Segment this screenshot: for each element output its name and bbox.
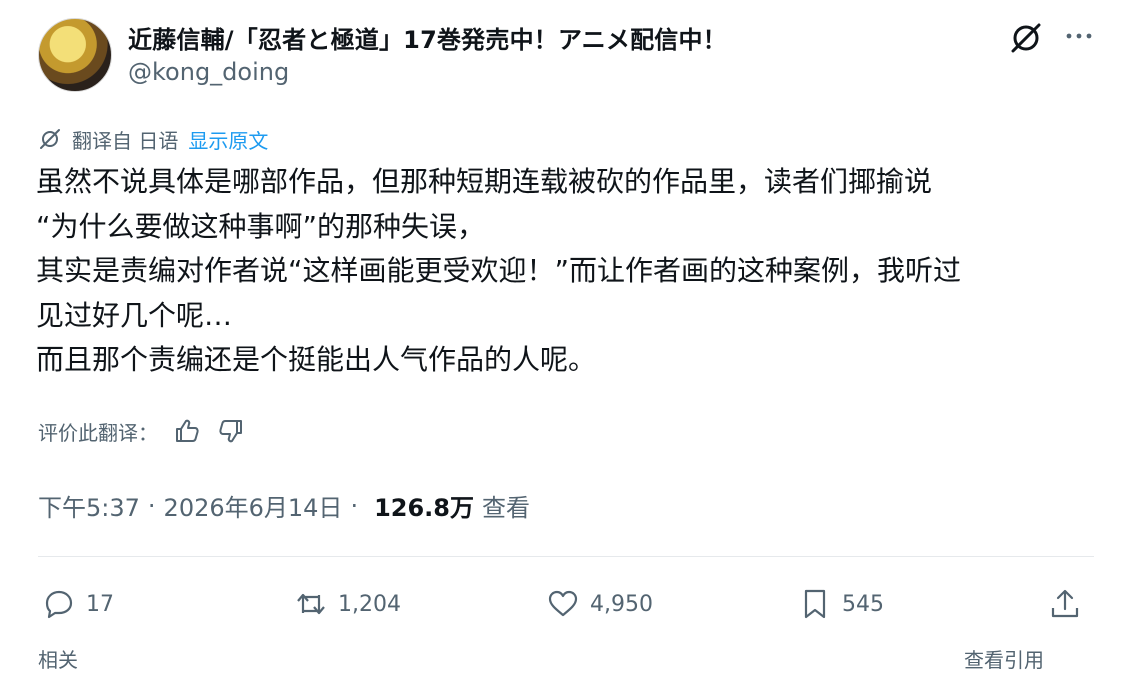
views-count: 126.8万 [374,494,474,522]
translation-bar: 翻译自 日语 显示原文 [38,124,268,154]
thumb-up-button[interactable] [172,416,202,446]
reply-icon [45,590,73,619]
repost-icon [297,593,325,615]
translated-from-label: 翻译自 日语 [72,128,179,153]
thumb-up-icon [176,419,199,442]
meta-separator: · [147,491,156,520]
post-text-line: 而且那个责编还是个挺能出人气作品的人呢。 [36,343,597,376]
post-text-line: 虽然不说具体是哪部作品，但那种短期连载被砍的作品里，读者们揶揄说 [36,165,933,198]
like-count: 4,950 [590,591,653,617]
post-text-line: 其实是责编对作者说“这样画能更受欢迎！”而让作者画的这种案例，我听过 [36,254,962,287]
more-options-button[interactable] [1058,16,1100,56]
rate-translation-label: 评价此翻译： [38,420,158,445]
reply-count: 17 [86,591,114,617]
repost-count: 1,204 [338,591,401,617]
views-label: 查看 [482,494,530,522]
view-quotes-cutoff[interactable]: 查看引用 [964,644,1044,673]
action-bar: 17 1,204 4,950 545 [38,580,1094,628]
grok-icon [1011,23,1041,53]
repost-button[interactable]: 1,204 [294,580,401,628]
post-time[interactable]: 下午5:37 [38,488,140,523]
post-date[interactable]: 2026年6月14日 [164,488,343,523]
share-icon [1051,589,1079,618]
heart-icon [548,590,578,617]
post-meta: 下午5:37 · 2026年6月14日 · 126.8万 查看 [38,488,530,523]
meta-separator: · [350,491,359,520]
related-tab-cutoff[interactable]: 相关 [38,644,78,673]
author-display-name[interactable]: 近藤信輔/「忍者と極道」17巻発売中！アニメ配信中！ [128,20,727,55]
divider [38,556,1094,557]
translate-icon [40,129,60,149]
like-button[interactable]: 4,950 [546,580,653,628]
show-original-link[interactable]: 显示原文 [188,125,268,154]
reply-button[interactable]: 17 [42,580,114,628]
thumb-down-button[interactable] [216,416,246,446]
avatar[interactable] [38,18,112,92]
more-icon [1066,33,1092,39]
rate-translation: 评价此翻译： [38,416,246,446]
share-button[interactable] [1048,580,1092,628]
post-text: 虽然不说具体是哪部作品，但那种短期连载被砍的作品里，读者们揶揄说 “为什么要做这… [36,160,1106,383]
bookmark-icon [804,589,826,619]
post-text-line: “为什么要做这种事啊”的那种失误， [36,209,486,243]
bookmark-count: 545 [842,591,884,617]
author-handle[interactable]: @kong_doing [128,58,289,86]
bookmark-button[interactable]: 545 [798,580,884,628]
post-header: 近藤信輔/「忍者と極道」17巻発売中！アニメ配信中！ @kong_doing [38,16,1098,96]
post-text-line: 见过好几个呢… [36,298,233,332]
grok-button[interactable] [1006,18,1046,58]
thumb-down-icon [219,420,242,443]
